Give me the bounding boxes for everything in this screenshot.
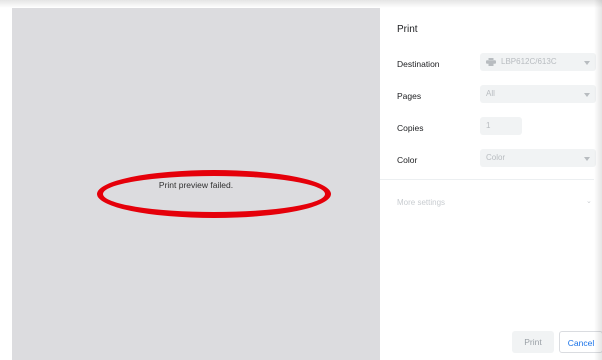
section-divider [380,179,594,180]
print-settings-panel: Print Destination LBP612C/613C Pages All… [380,8,602,360]
color-select[interactable]: Color [480,149,596,167]
destination-label: Destination [397,59,440,69]
chevron-down-icon [584,157,590,161]
color-value: Color [486,153,506,162]
panel-title: Print [397,24,418,35]
copies-value: 1 [486,121,491,130]
printer-icon [486,58,496,66]
print-button[interactable]: Print [512,331,554,353]
pages-select[interactable]: All [480,85,596,103]
color-label: Color [397,155,418,165]
destination-select[interactable]: LBP612C/613C [480,53,596,71]
destination-value: LBP612C/613C [501,57,557,66]
print-preview-area: Print preview failed. [12,8,380,360]
more-settings-toggle[interactable]: More settings [397,198,445,207]
chevron-down-icon [584,93,590,97]
copies-input[interactable]: 1 [480,117,522,135]
red-annotation-ellipse [97,170,331,218]
chevron-down-icon[interactable]: ⌄ [586,197,592,205]
window-right-shadow [594,0,602,360]
window-top-shadow [0,0,602,8]
chevron-down-icon [584,61,590,65]
copies-label: Copies [397,123,424,133]
pages-value: All [486,89,495,98]
pages-label: Pages [397,91,422,101]
